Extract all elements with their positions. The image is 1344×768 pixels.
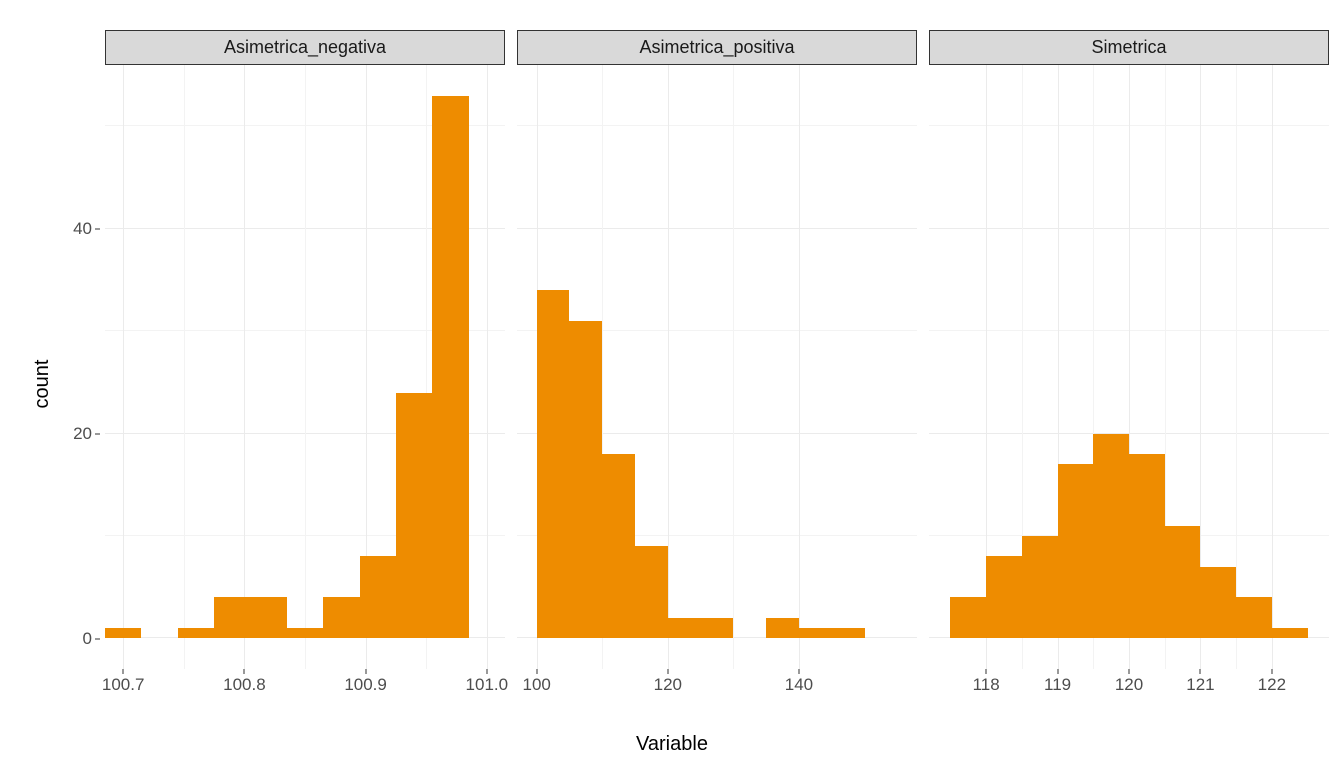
- faceted-histogram: count Variable 02040 Asimetrica_negativa…: [10, 10, 1334, 758]
- x-tick-label: 100.7: [102, 675, 145, 695]
- histogram-bar: [287, 628, 323, 638]
- facet-panels: Asimetrica_negativa100.7100.8100.9101.0A…: [105, 30, 1329, 670]
- histogram-bar: [1058, 464, 1094, 638]
- histogram-bar: [1093, 434, 1129, 639]
- histogram-bar: [602, 454, 635, 638]
- x-axis-label: Variable: [636, 733, 708, 756]
- histogram-bar: [799, 628, 832, 638]
- y-tick-label: 40: [52, 219, 92, 239]
- x-axis-ticks: 118 119 120 121 122: [929, 669, 1329, 709]
- x-tick-label: 101.0: [466, 675, 509, 695]
- histogram-bar: [701, 618, 734, 638]
- facet-strip-label: Simetrica: [929, 30, 1329, 65]
- y-tick-label: 20: [52, 424, 92, 444]
- histogram-bar: [537, 290, 570, 638]
- bars: [929, 65, 1329, 669]
- x-tick-mark: [1057, 669, 1058, 674]
- y-tick-label: 0: [52, 629, 92, 649]
- histogram-bar: [1236, 597, 1272, 638]
- histogram-bar: [396, 393, 432, 639]
- bars: [105, 65, 505, 669]
- x-tick-mark: [1271, 669, 1272, 674]
- x-tick-mark: [244, 669, 245, 674]
- histogram-bar: [214, 597, 250, 638]
- histogram-bar: [323, 597, 359, 638]
- x-tick-label: 119: [1044, 675, 1071, 695]
- y-tick-mark: [95, 229, 100, 230]
- histogram-bar: [668, 618, 701, 638]
- y-tick-mark: [95, 639, 100, 640]
- y-axis-label: count: [31, 360, 54, 409]
- histogram-bar: [178, 628, 214, 638]
- histogram-bar: [250, 597, 286, 638]
- x-tick-mark: [365, 669, 366, 674]
- x-tick-mark: [123, 669, 124, 674]
- histogram-bar: [635, 546, 668, 638]
- x-tick-label: 121: [1186, 675, 1214, 695]
- x-tick-mark: [667, 669, 668, 674]
- histogram-bar: [105, 628, 141, 638]
- y-tick-mark: [95, 434, 100, 435]
- histogram-bar: [1200, 567, 1236, 639]
- histogram-bar: [569, 321, 602, 638]
- x-axis-ticks: 100 120 140: [517, 669, 917, 709]
- bars: [517, 65, 917, 669]
- x-tick-label: 120: [1115, 675, 1143, 695]
- x-tick-label: 100.8: [223, 675, 266, 695]
- histogram-bar: [432, 96, 468, 639]
- histogram-bar: [1129, 454, 1165, 638]
- plot-area: 100120140: [517, 65, 917, 670]
- x-tick-label: 118: [973, 675, 1000, 695]
- x-tick-mark: [1129, 669, 1130, 674]
- x-tick-mark: [486, 669, 487, 674]
- x-tick-label: 100.9: [344, 675, 387, 695]
- histogram-bar: [1022, 536, 1058, 638]
- x-tick-mark: [798, 669, 799, 674]
- histogram-bar: [766, 618, 799, 638]
- facet-panel: Asimetrica_positiva100120140: [517, 30, 917, 670]
- x-tick-label: 120: [654, 675, 682, 695]
- facet-strip-label: Asimetrica_positiva: [517, 30, 917, 65]
- x-tick-label: 140: [785, 675, 813, 695]
- y-axis-ticks: 02040: [58, 65, 100, 670]
- facet-panel: Asimetrica_negativa100.7100.8100.9101.0: [105, 30, 505, 670]
- histogram-bar: [1272, 628, 1308, 638]
- histogram-bar: [832, 628, 865, 638]
- x-tick-mark: [1200, 669, 1201, 674]
- x-tick-mark: [986, 669, 987, 674]
- plot-area: 118119120121122: [929, 65, 1329, 670]
- histogram-bar: [986, 556, 1022, 638]
- plot-area: 100.7100.8100.9101.0: [105, 65, 505, 670]
- x-tick-mark: [536, 669, 537, 674]
- x-tick-label: 122: [1258, 675, 1286, 695]
- facet-panel: Simetrica118119120121122: [929, 30, 1329, 670]
- histogram-bar: [1165, 526, 1201, 639]
- histogram-bar: [950, 597, 986, 638]
- x-tick-label: 100: [522, 675, 550, 695]
- histogram-bar: [360, 556, 396, 638]
- x-axis-ticks: 100.7100.8100.9101.0: [105, 669, 505, 709]
- facet-strip-label: Asimetrica_negativa: [105, 30, 505, 65]
